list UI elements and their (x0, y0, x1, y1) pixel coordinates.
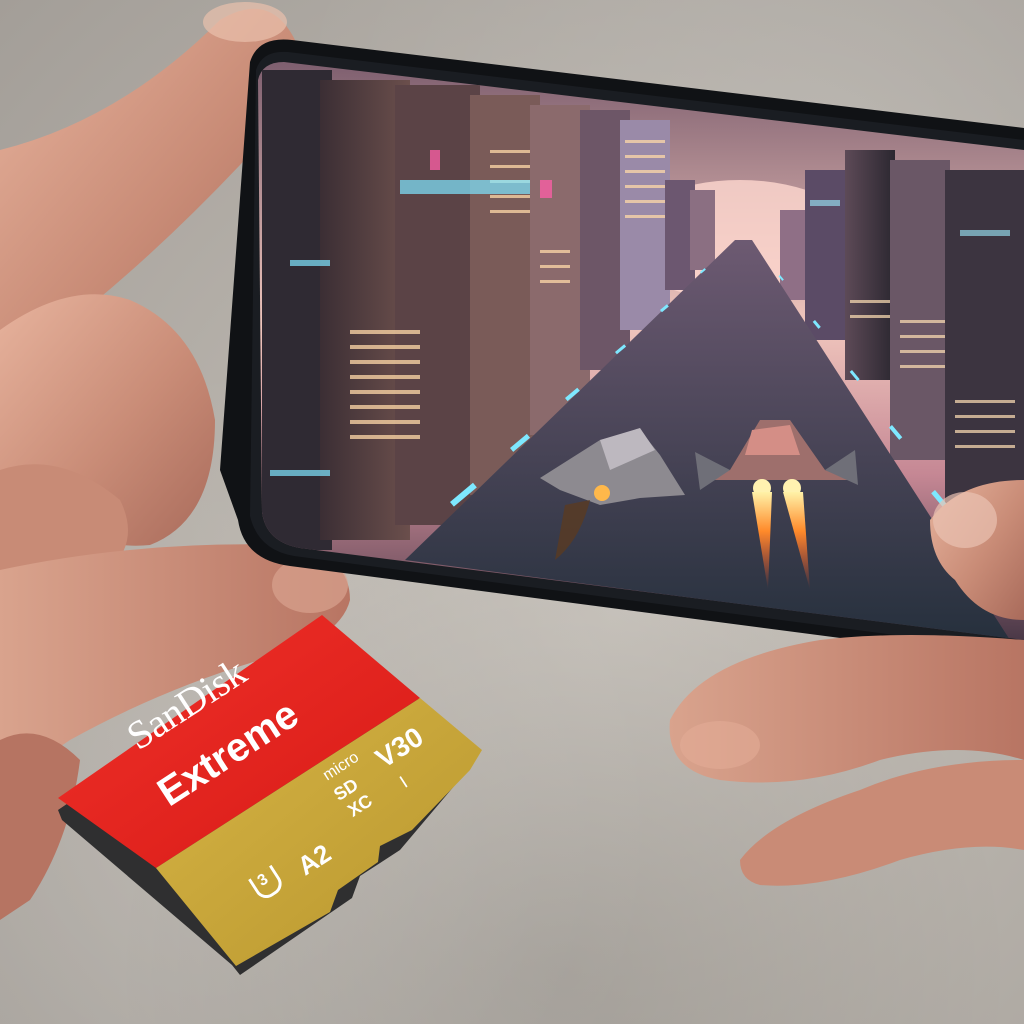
photo-illustration (0, 2, 1024, 975)
product-photo: SanDisk Extreme micro SD XC I V30 3 A2 (0, 0, 1024, 1024)
